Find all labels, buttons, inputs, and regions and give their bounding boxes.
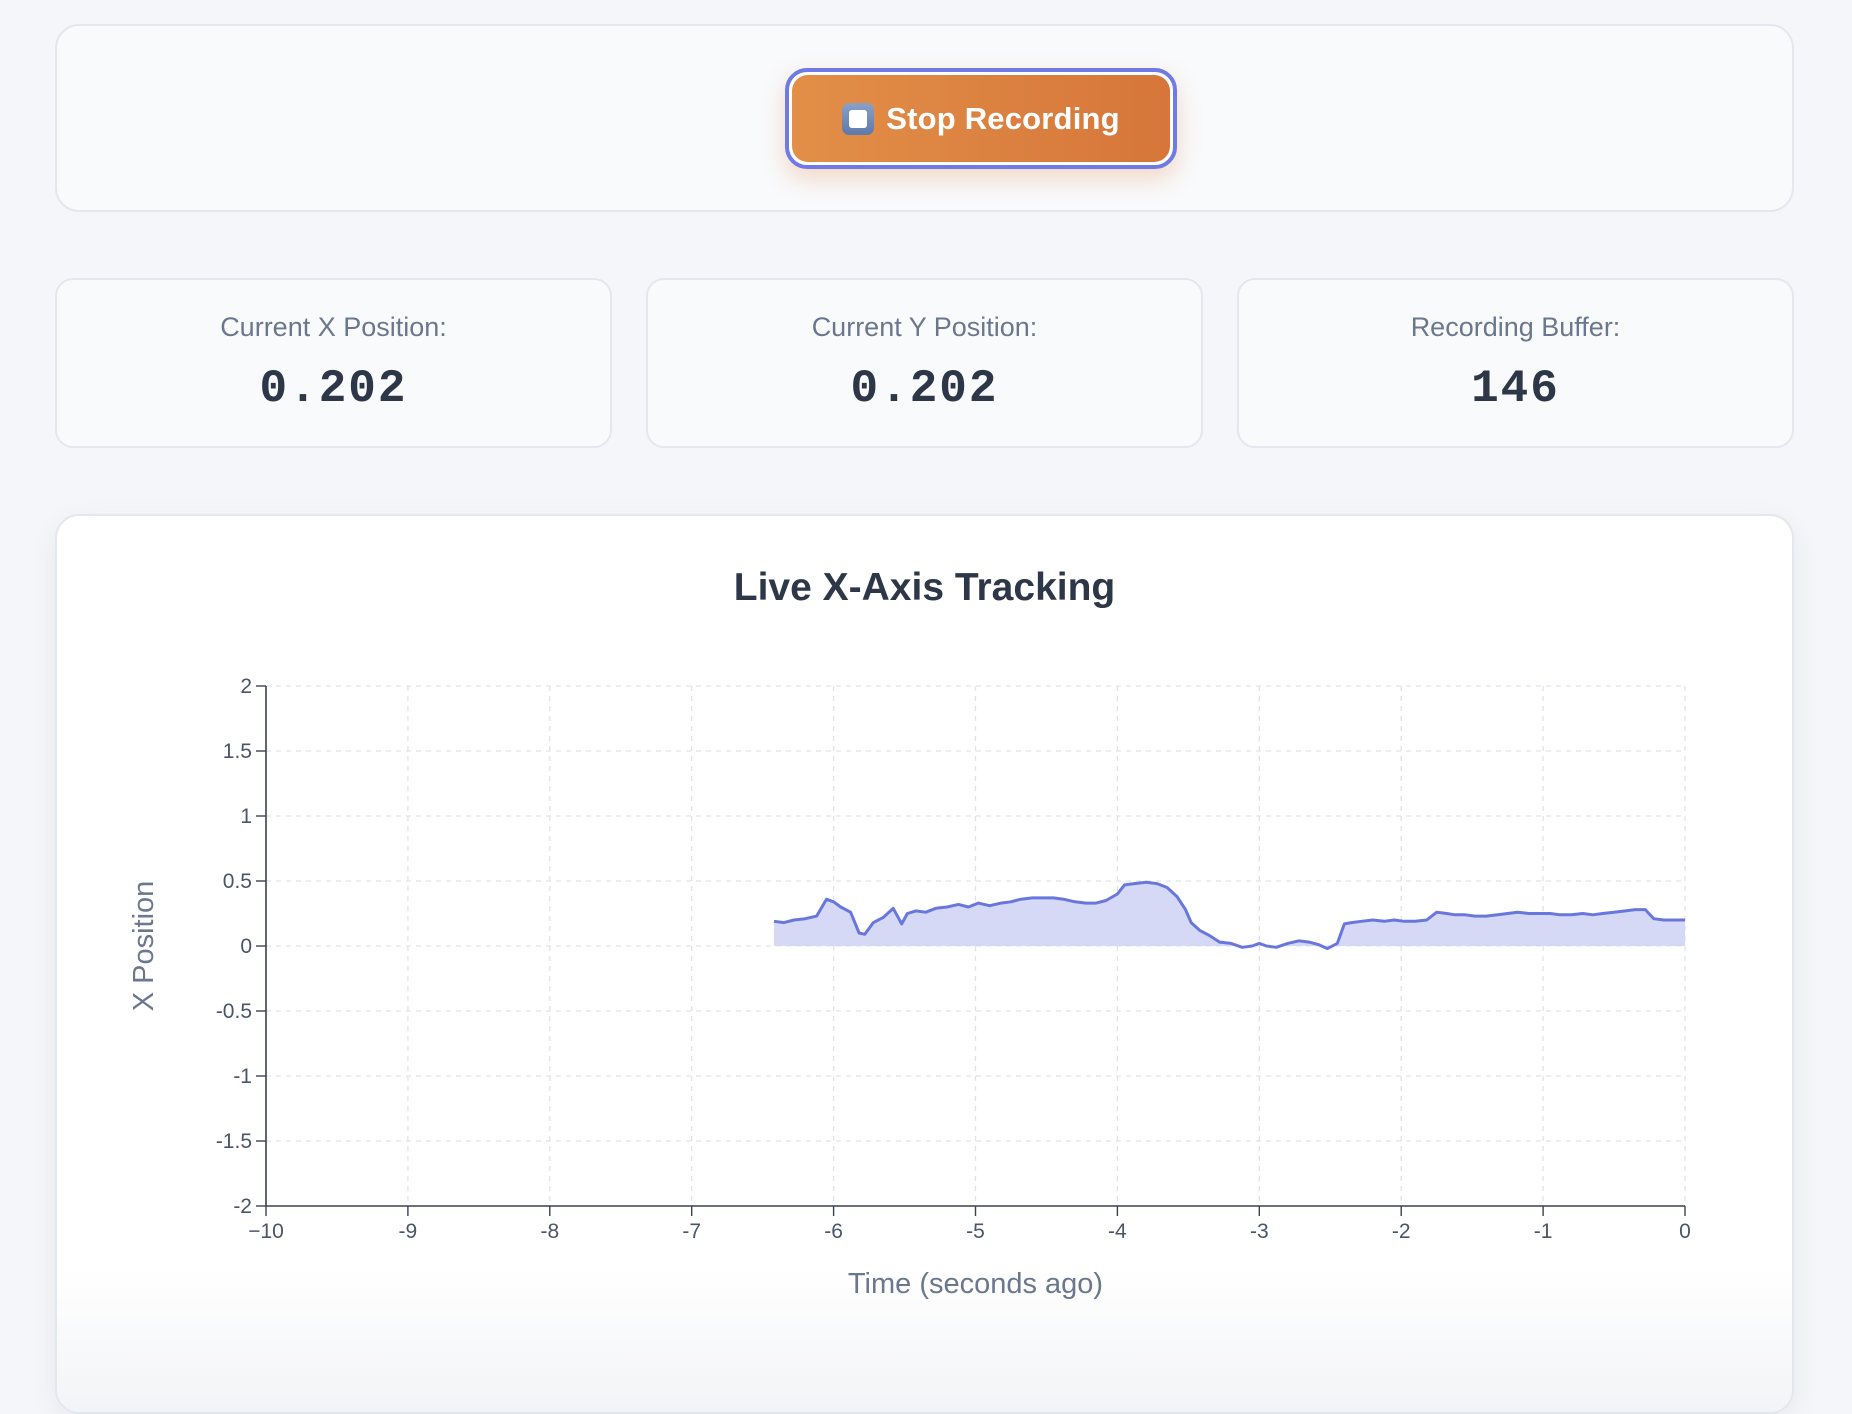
stat-card-x-position: Current X Position: 0.202: [55, 278, 612, 448]
x-tick-label: -5: [966, 1220, 985, 1243]
stat-label-y-position: Current Y Position:: [811, 312, 1038, 342]
stop-icon-square: [849, 109, 868, 128]
stat-card-y-position: Current Y Position: 0.202: [646, 278, 1203, 448]
x-tick-label: -2: [1392, 1220, 1411, 1243]
y-tick-label: 1.5: [223, 740, 252, 763]
x-tick-label: -1: [1534, 1220, 1553, 1243]
y-tick-label: -1.5: [216, 1130, 252, 1153]
x-tick-label: -7: [682, 1220, 701, 1243]
chart-card: Live X-Axis Tracking 2 1.5 1 0.5 0 -0.5 -1 -1.5…: [55, 514, 1794, 1414]
y-tick-label: -1: [233, 1065, 252, 1088]
x-tick-label: -9: [399, 1220, 418, 1243]
stop-recording-button-face[interactable]: Stop Recording: [792, 75, 1170, 162]
y-axis-title: X Position: [128, 881, 160, 1012]
chart-axes: 21.510.50-0.5-1-1.5-2−10 -9 -8 -7 -6 -5 -4 -3 -2…: [216, 675, 1691, 1243]
x-tick-label: -3: [1250, 1220, 1269, 1243]
stop-icon: [842, 102, 875, 135]
stat-value-x-position: 0.202: [259, 363, 408, 415]
y-tick-label: 0.5: [223, 870, 252, 893]
x-tick-label: 0: [1679, 1220, 1691, 1243]
x-tick-label: −10: [248, 1220, 284, 1243]
control-panel: Stop Recording: [55, 24, 1794, 212]
x-position-area: [774, 882, 1685, 949]
y-tick-label: -2: [233, 1195, 252, 1218]
x-axis-title: Time (seconds ago): [848, 1268, 1103, 1300]
x-tick-label: -6: [824, 1220, 843, 1243]
chart-series: [773, 880, 1685, 951]
stat-value-recording-buffer: 146: [1471, 363, 1560, 415]
stop-recording-label: Stop Recording: [886, 100, 1120, 136]
x-axis-tracking-chart: 21.510.50-0.5-1-1.5-2−10 -9 -8 -7 -6 -5 -4 -3 -2…: [128, 675, 1691, 1300]
stat-card-recording-buffer: Recording Buffer: 146: [1237, 278, 1794, 448]
stat-value-y-position: 0.202: [850, 363, 999, 415]
stat-label-recording-buffer: Recording Buffer:: [1410, 312, 1621, 342]
stat-label-x-position: Current X Position:: [220, 312, 447, 342]
y-tick-label: 0: [240, 935, 252, 958]
x-tick-label: -8: [540, 1220, 559, 1243]
y-tick-label: 2: [240, 675, 252, 698]
y-tick-label: 1: [240, 805, 252, 828]
y-tick-label: -0.5: [216, 1000, 252, 1023]
stop-recording-button[interactable]: Stop Recording: [785, 68, 1177, 169]
x-tick-label: -4: [1108, 1220, 1127, 1243]
